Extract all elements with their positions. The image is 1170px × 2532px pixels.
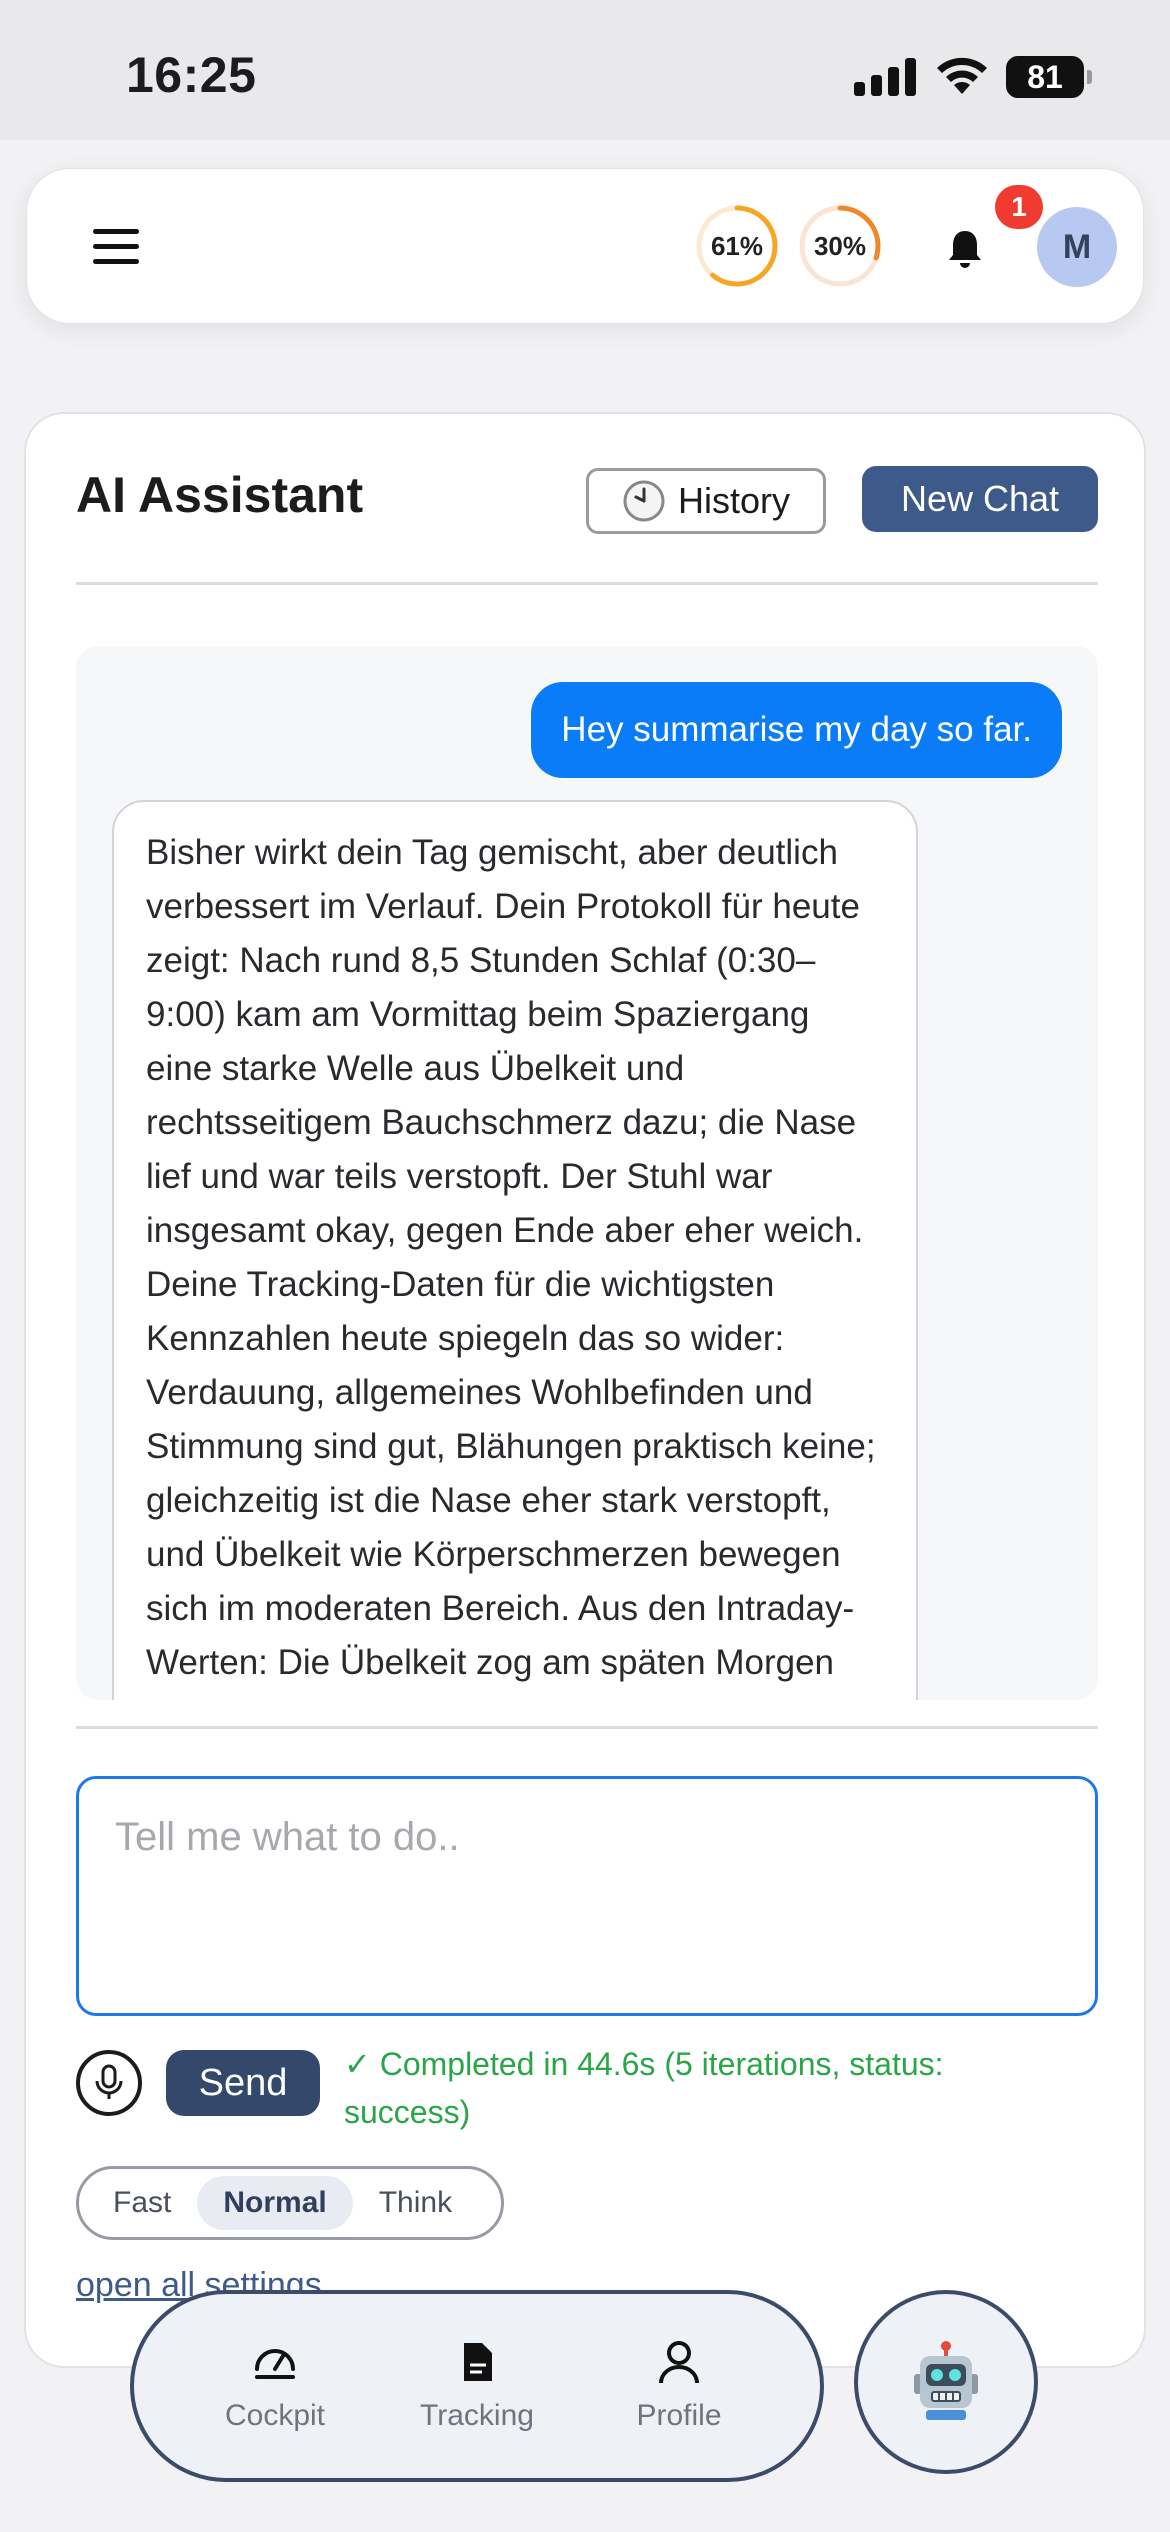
- avatar[interactable]: M: [1037, 207, 1117, 287]
- gauge-icon: [255, 2349, 295, 2379]
- person-icon: [659, 2341, 699, 2384]
- bottom-navigation: Cockpit Tracking Profile: [130, 2290, 824, 2482]
- nav-label-tracking: Tracking: [420, 2399, 534, 2432]
- history-label: History: [677, 480, 790, 521]
- progress-ring-2[interactable]: 30%: [797, 203, 883, 289]
- progress-ring-1[interactable]: 61%: [694, 203, 780, 289]
- microphone-icon: [95, 2064, 123, 2099]
- assistant-fab[interactable]: [854, 2290, 1038, 2474]
- nav-item-tracking[interactable]: Tracking: [392, 2339, 562, 2433]
- mode-selector: Fast Normal Think: [76, 2166, 504, 2240]
- user-message: Hey summarise my day so far.: [531, 682, 1062, 778]
- microphone-button[interactable]: [76, 2050, 142, 2116]
- send-button[interactable]: Send: [166, 2050, 320, 2116]
- new-chat-button[interactable]: New Chat: [862, 466, 1098, 532]
- clock-icon: [623, 480, 665, 522]
- nav-label-profile: Profile: [636, 2399, 722, 2432]
- prompt-input[interactable]: [76, 1776, 1098, 2016]
- mode-think[interactable]: Think: [353, 2176, 478, 2230]
- progress-ring-2-label: 30%: [813, 231, 867, 261]
- battery-indicator: 81: [1006, 56, 1092, 98]
- nav-label-cockpit: Cockpit: [224, 2399, 326, 2432]
- menu-icon[interactable]: [93, 229, 141, 265]
- bell-icon[interactable]: [941, 225, 989, 273]
- assistant-message: Bisher wirkt dein Tag gemischt, aber deu…: [112, 800, 918, 1700]
- nav-item-profile[interactable]: Profile: [594, 2339, 764, 2433]
- mode-normal[interactable]: Normal: [197, 2176, 353, 2230]
- chat-messages[interactable]: Hey summarise my day so far. Bisher wirk…: [76, 646, 1098, 1700]
- robot-icon: [914, 2341, 978, 2420]
- notification-badge: 1: [995, 185, 1043, 229]
- document-icon: [464, 2343, 492, 2381]
- cellular-signal-icon: [854, 58, 916, 96]
- page-title: AI Assistant: [76, 467, 364, 523]
- assistant-card: AI Assistant History New Chat Hey summar…: [24, 412, 1146, 2368]
- progress-ring-1-label: 61%: [710, 231, 764, 261]
- app-screen: 16:25 81 61% 30% 1 M AI Assistant Histor…: [0, 0, 1170, 2532]
- nav-item-cockpit[interactable]: Cockpit: [190, 2339, 360, 2433]
- history-button[interactable]: History: [586, 468, 826, 534]
- completion-status: ✓ Completed in 44.6s (5 iterations, stat…: [344, 2046, 944, 2130]
- status-bar: 16:25 81: [0, 0, 1170, 140]
- mode-fast[interactable]: Fast: [87, 2176, 197, 2230]
- composer-divider: [76, 1726, 1098, 1729]
- top-header: 61% 30% 1 M: [26, 168, 1144, 324]
- status-time: 16:25: [126, 47, 257, 103]
- header-divider: [76, 582, 1098, 585]
- wifi-icon: [937, 57, 987, 94]
